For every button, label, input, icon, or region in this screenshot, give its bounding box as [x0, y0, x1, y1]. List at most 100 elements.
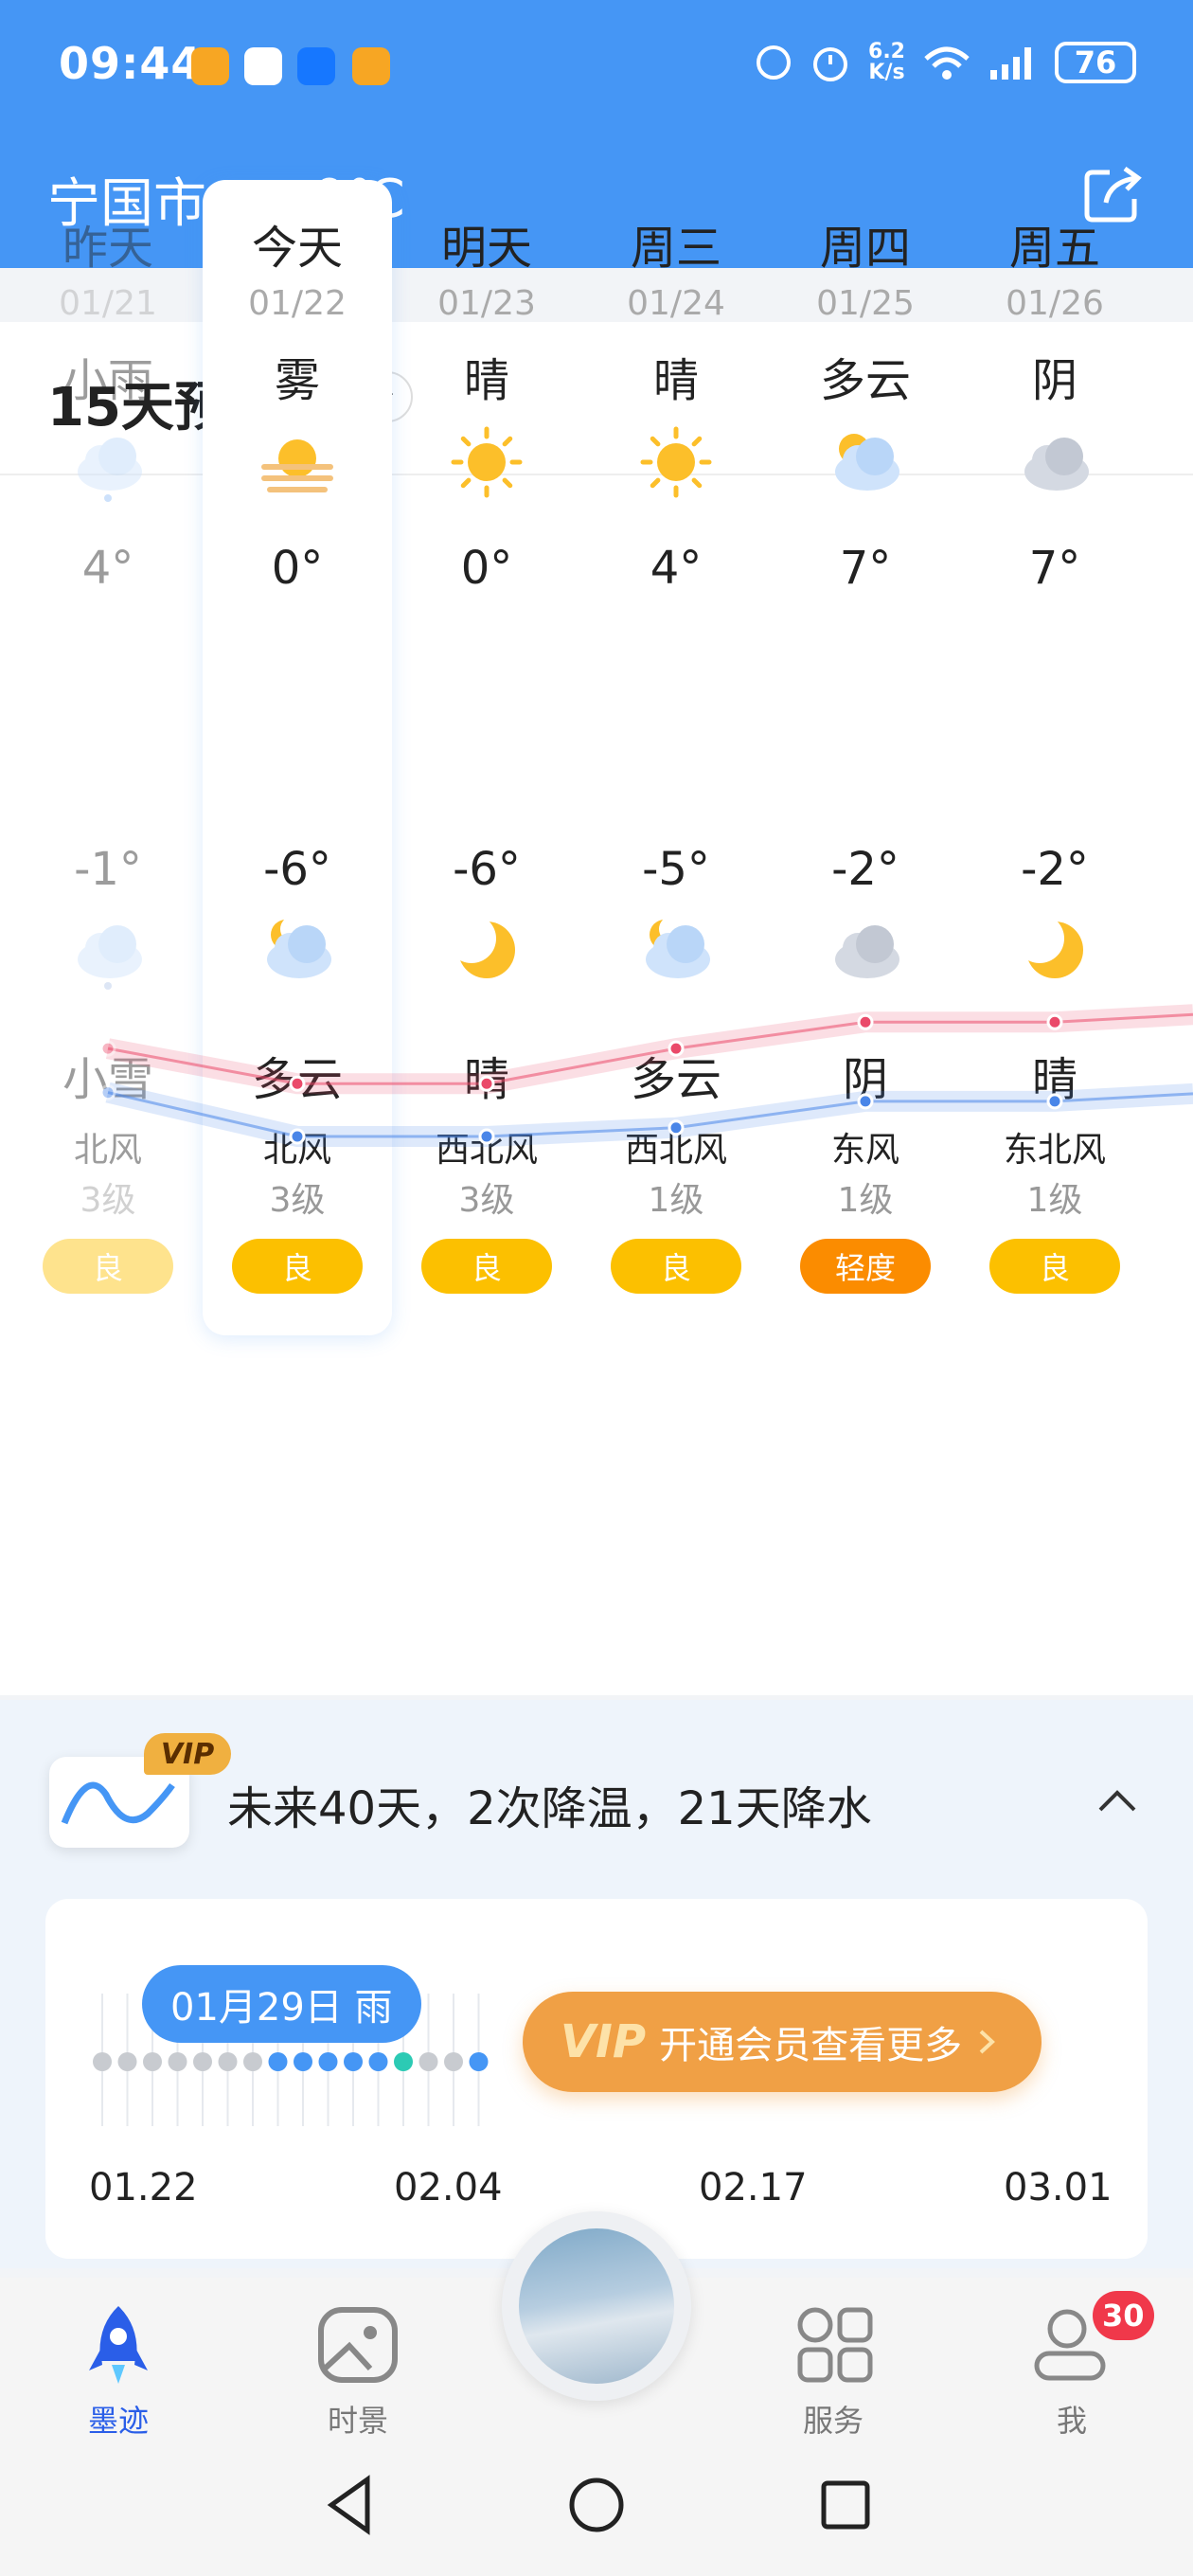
- battery-indicator: 76: [1055, 42, 1136, 83]
- low-temp-point: [1046, 1093, 1063, 1110]
- center-scene-button[interactable]: [502, 2211, 691, 2401]
- low-temp-point: [857, 1093, 874, 1110]
- partly-cloudy-icon: [835, 434, 899, 491]
- low-temperature: -5°: [642, 843, 710, 896]
- high-temperature: 7°: [1028, 542, 1081, 595]
- nav-item-services[interactable]: 服务: [767, 2302, 899, 2441]
- aqi-badge: 良: [43, 1239, 173, 1294]
- aqi-badge: 良: [989, 1239, 1120, 1294]
- day-name: 明天: [440, 222, 532, 275]
- day-weather: 多云: [819, 354, 911, 407]
- low-temperature: -6°: [263, 843, 331, 896]
- selected-date-pill: 01月29日 雨: [142, 1965, 421, 2043]
- bottom-nav: 墨迹 时景 服务 我 30: [0, 2211, 1193, 2443]
- high-temp-point: [478, 1075, 495, 1092]
- day-date: 01/26: [1006, 284, 1104, 323]
- day-dot: [394, 2052, 413, 2071]
- series-band: [105, 1004, 1193, 1095]
- sun-icon: [451, 426, 523, 498]
- day-dot: [218, 2052, 238, 2071]
- high-temperature: 4°: [81, 542, 134, 595]
- aqi-badge: 良: [421, 1239, 552, 1294]
- nav-item-scenery[interactable]: 时景: [292, 2302, 424, 2441]
- temperature-chart: [99, 1004, 1193, 1147]
- day-weather: 晴: [463, 354, 509, 407]
- high-temp-point: [1046, 1013, 1063, 1030]
- network-speed: 6.2 K/s: [868, 40, 905, 84]
- day-weather: 雾: [274, 354, 320, 407]
- nav-label: 服务: [802, 2403, 864, 2439]
- day-dot: [168, 2052, 187, 2071]
- timeline-label: 02.04: [394, 2166, 503, 2209]
- rain-day-dot: [294, 2052, 312, 2071]
- photo-icon: [318, 2307, 398, 2383]
- vip-section: VIP 未来40天，2次降温，21天降水 01月29日 雨 VIP 开通会员查看…: [0, 1700, 1193, 2268]
- day-weather: 小雨: [62, 354, 153, 407]
- grid-icon: [797, 2307, 873, 2383]
- vip-summary[interactable]: 未来40天，2次降温，21天降水: [227, 1771, 872, 1837]
- sky-thumbnail: [519, 2228, 674, 2384]
- day-dot: [117, 2052, 137, 2071]
- rain-day-dot: [469, 2052, 489, 2071]
- timeline-label: 01.22: [89, 2166, 198, 2209]
- nfc-icon: [757, 45, 792, 80]
- chevron-right-icon: [979, 2030, 996, 2054]
- app-notification-icon: [191, 47, 229, 85]
- vip-badge: VIP: [144, 1733, 231, 1775]
- wifi-icon: [924, 46, 970, 80]
- day-weather: 阴: [1031, 354, 1077, 407]
- low-temperature: -1°: [74, 843, 142, 896]
- day-dot: [143, 2052, 162, 2071]
- nav-label: 我: [1056, 2403, 1087, 2439]
- low-temperature: -2°: [831, 843, 899, 896]
- chevron-up-icon[interactable]: [1096, 1785, 1138, 1814]
- day-name: 周五: [1008, 222, 1100, 275]
- day-name: 今天: [251, 222, 343, 275]
- low-temp-point: [478, 1128, 495, 1145]
- low-temp-point: [99, 1084, 116, 1101]
- high-temperature: 4°: [650, 542, 703, 595]
- precipitation-timeline-card[interactable]: 01月29日 雨 VIP 开通会员查看更多 01.22 02.04 02.17 …: [45, 1899, 1148, 2259]
- recents-icon[interactable]: [816, 2472, 873, 2538]
- system-nav-bar: [0, 2443, 1193, 2576]
- status-bar: 09:44 6.2 K/s 76: [0, 0, 1193, 133]
- signal-icon: [990, 47, 1031, 80]
- low-temp-point: [289, 1128, 306, 1145]
- high-temp-point: [668, 1040, 685, 1057]
- day-dot: [193, 2052, 212, 2071]
- aqi-badge: 良: [611, 1239, 741, 1294]
- app-notification-icon: [352, 47, 390, 85]
- rain-day-dot: [318, 2052, 338, 2071]
- home-icon[interactable]: [566, 2472, 627, 2538]
- day-dot: [93, 2052, 112, 2071]
- rain-day-dot: [368, 2052, 388, 2071]
- aqi-badge: 轻度: [800, 1239, 931, 1294]
- rocket-icon: [89, 2306, 148, 2384]
- aqi-badge: 良: [232, 1239, 363, 1294]
- day-date: 01/25: [816, 284, 915, 323]
- high-temperature: 0°: [460, 542, 513, 595]
- day-dot: [418, 2052, 438, 2071]
- timeline-label: 02.17: [699, 2166, 808, 2209]
- high-temp-point: [857, 1013, 874, 1030]
- cloud-icon: [1024, 438, 1089, 491]
- day-dot: [243, 2052, 262, 2071]
- high-temperature: 0°: [271, 542, 324, 595]
- nav-item-moji[interactable]: 墨迹: [52, 2302, 185, 2441]
- status-time: 09:44: [59, 38, 203, 89]
- open-vip-button[interactable]: VIP 开通会员查看更多: [523, 1992, 1042, 2092]
- fog-icon: [261, 439, 333, 492]
- rain-day-dot: [268, 2052, 288, 2071]
- low-temp-point: [668, 1119, 685, 1136]
- day-weather: 晴: [652, 354, 699, 407]
- app-notification-icon: [244, 47, 282, 85]
- timeline-label: 03.01: [1004, 2166, 1113, 2209]
- open-vip-label: 开通会员查看更多: [659, 2024, 963, 2067]
- high-temp-point: [99, 1040, 116, 1057]
- day-date: 01/21: [59, 284, 157, 323]
- back-icon[interactable]: [322, 2472, 379, 2538]
- alipay-notification-icon: [297, 47, 335, 85]
- status-indicators: 6.2 K/s 76: [755, 42, 1136, 83]
- day-name: 昨天: [62, 222, 153, 275]
- day-date: 01/23: [437, 284, 536, 323]
